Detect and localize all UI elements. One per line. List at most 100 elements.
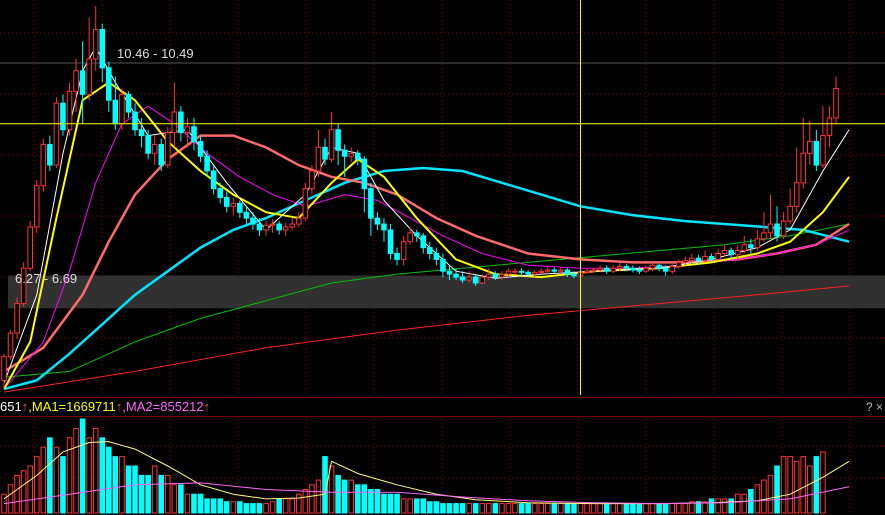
candle-body [630, 267, 636, 271]
volume-bar [40, 446, 47, 514]
candle [787, 188, 793, 225]
volume-bar [20, 470, 27, 514]
candle-body [800, 152, 807, 184]
candle-body [453, 273, 459, 278]
candle [315, 129, 322, 177]
candle [14, 297, 20, 339]
volume-bar [237, 501, 243, 514]
volume-bar [14, 474, 20, 514]
candle [512, 268, 518, 275]
candle-body [315, 146, 322, 172]
volume-bars [1, 418, 826, 514]
candle-body [145, 135, 151, 154]
volume-bar [256, 503, 263, 514]
candle [610, 265, 617, 273]
candle-body [27, 226, 33, 269]
volume-bar [178, 484, 184, 514]
candle [584, 268, 590, 275]
candle [420, 232, 427, 254]
candle [538, 268, 544, 275]
volume-bar [73, 427, 79, 514]
candle-body [381, 223, 387, 231]
candle-body [79, 70, 86, 95]
candle [53, 97, 60, 169]
ma2-up-arrow-icon: ↑ [203, 399, 211, 414]
candle-body [531, 271, 538, 275]
candle-body [623, 265, 630, 269]
candle [322, 138, 328, 166]
volume-bar [400, 498, 407, 514]
volume-bar [558, 503, 564, 514]
volume-bar [649, 503, 656, 514]
candle-body [125, 93, 132, 113]
volume-bar [571, 503, 577, 514]
volume-bar [499, 503, 505, 514]
candle [826, 106, 833, 148]
candle-body [551, 269, 558, 272]
candle [387, 224, 394, 260]
candle-body [269, 223, 276, 226]
candle-body [472, 276, 479, 284]
candle-body [807, 140, 813, 154]
candle-body [119, 93, 125, 125]
volume-bar [518, 503, 525, 514]
candle-body [754, 238, 761, 249]
volume-bar [708, 498, 715, 514]
candle-body [47, 143, 53, 166]
candle-body [217, 188, 223, 199]
candle-body [617, 265, 623, 269]
candle [813, 129, 820, 171]
volume-bar [33, 456, 40, 514]
candle-body [774, 223, 780, 237]
candle [715, 248, 721, 261]
volume-bar [630, 503, 636, 514]
candle-body [833, 87, 839, 119]
candle [145, 129, 151, 160]
candle [263, 221, 269, 236]
candle [171, 82, 178, 148]
lower-price-label: 6.27 - 6.69 [15, 271, 78, 286]
candle-body [1, 356, 7, 381]
candle [544, 266, 551, 275]
candle [427, 241, 433, 260]
help-button[interactable]: ? [866, 398, 873, 416]
volume-bar [204, 498, 210, 514]
volume-bar [597, 503, 603, 514]
candle-body [662, 267, 669, 272]
close-button[interactable]: × [876, 398, 883, 416]
candle-body [440, 258, 446, 272]
candle [47, 135, 53, 171]
candle [800, 117, 807, 189]
volume-bar [590, 503, 597, 514]
candle [440, 253, 446, 278]
stock-chart[interactable] [0, 0, 885, 515]
volume-bar [636, 503, 643, 514]
candle-body [499, 273, 505, 278]
volume-bar [643, 503, 649, 514]
volume-bar [466, 503, 472, 514]
volume-bar [158, 474, 165, 514]
candle-body [60, 102, 66, 131]
candle-body [597, 267, 603, 271]
volume-bar [341, 479, 348, 514]
candle [66, 82, 73, 136]
volume-bar [682, 503, 689, 514]
volume-bar [440, 503, 446, 514]
volume-bar [433, 501, 440, 514]
volume-bar [145, 474, 151, 514]
candle [60, 94, 66, 136]
candle-body [610, 267, 617, 272]
volume-bar [741, 493, 748, 514]
candle [433, 247, 440, 266]
volume-bar [767, 474, 774, 514]
candle-body [348, 152, 355, 157]
volume-bar [99, 437, 106, 514]
candle [92, 5, 99, 71]
candle-body [512, 270, 518, 273]
candle [643, 265, 649, 273]
volume-bar [296, 493, 302, 514]
candle [741, 235, 748, 254]
candle-body [73, 70, 79, 92]
volume-bar [27, 465, 33, 514]
volume-bar [761, 479, 767, 514]
